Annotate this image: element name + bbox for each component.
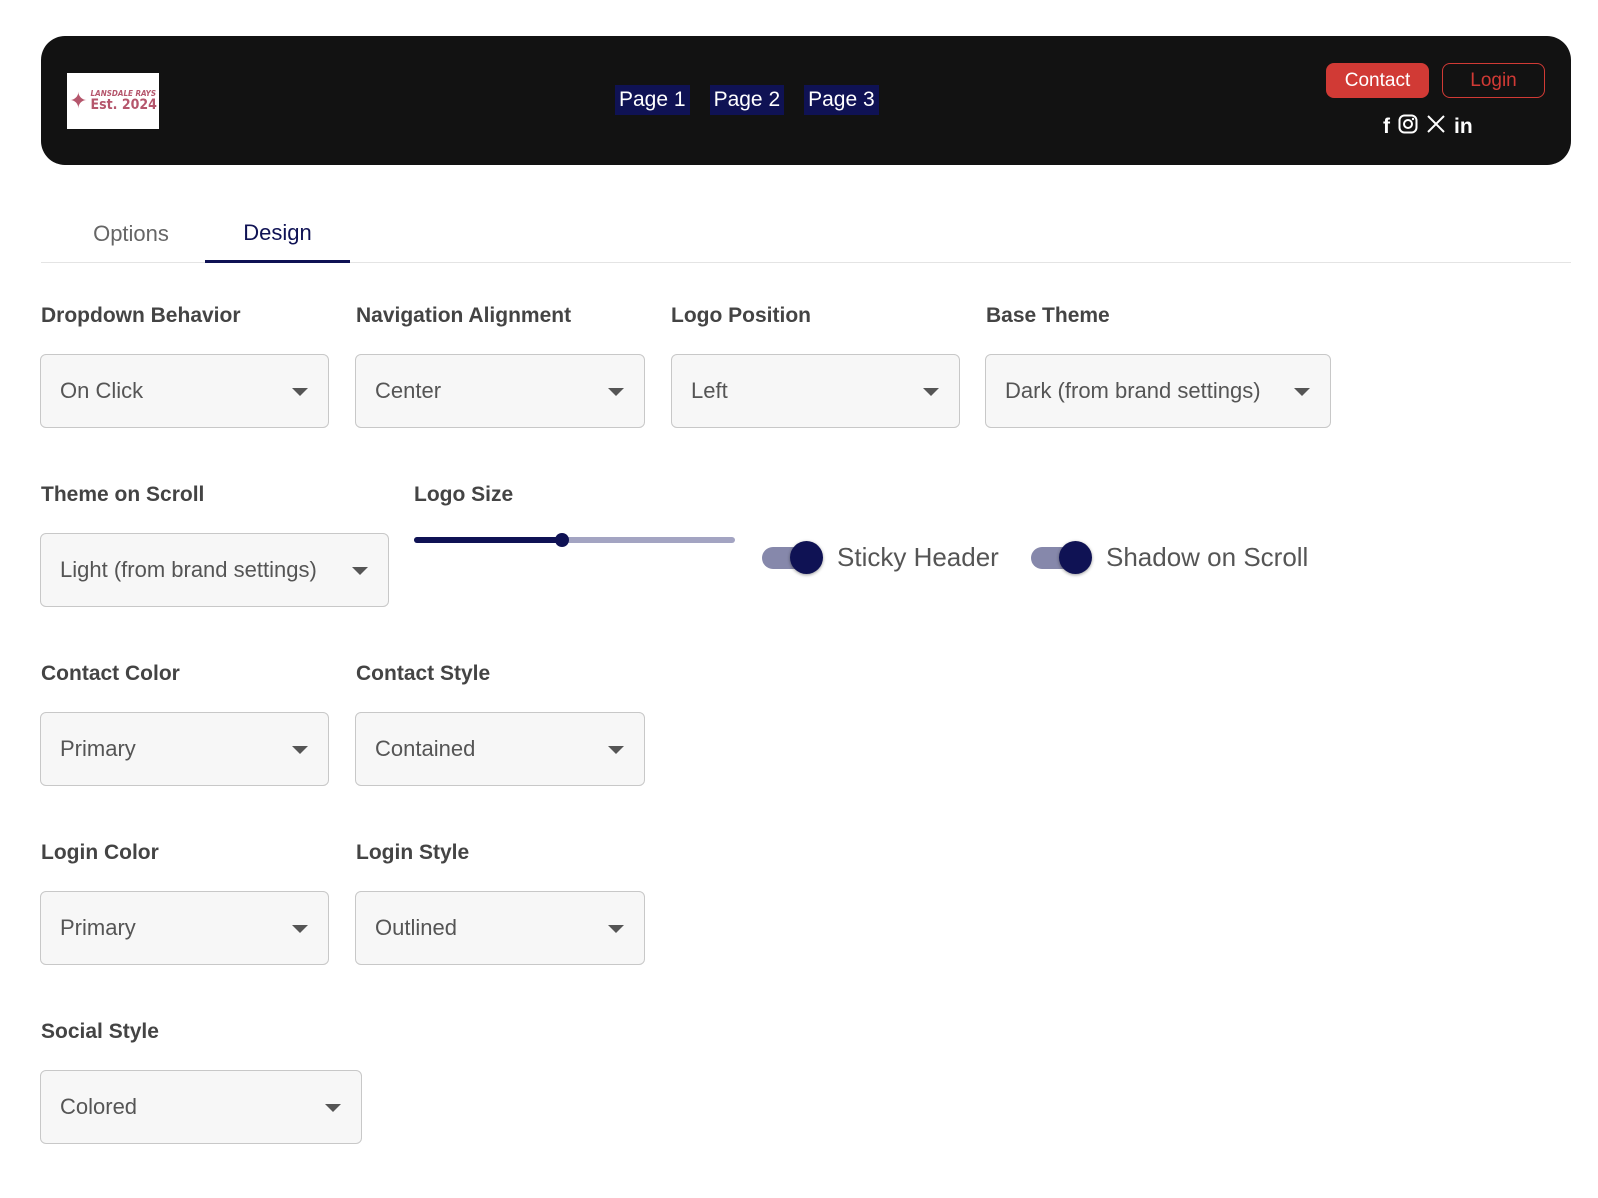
caret-down-icon — [923, 388, 939, 396]
select-value: Contained — [375, 736, 476, 761]
logo-size-label: Logo Size — [414, 483, 514, 506]
tab-design[interactable]: Design — [205, 205, 350, 263]
social-icons: f in — [1383, 114, 1473, 140]
select-value: Outlined — [375, 915, 457, 940]
login-color-select[interactable]: Primary — [40, 891, 329, 965]
navigation-alignment-select[interactable]: Center — [355, 354, 645, 428]
select-value: Light (from brand settings) — [60, 557, 317, 582]
base-theme-label: Base Theme — [986, 304, 1110, 327]
slider-fill — [414, 537, 562, 543]
select-value: Primary — [60, 736, 136, 761]
slider-thumb[interactable] — [554, 533, 569, 547]
instagram-icon[interactable] — [1398, 114, 1418, 140]
logo: ✦ LANSDALE RAYS Est. 2024 — [67, 73, 159, 129]
contact-style-label: Contact Style — [356, 662, 491, 685]
select-value: On Click — [60, 378, 144, 403]
login-style-select[interactable]: Outlined — [355, 891, 645, 965]
caret-down-icon — [325, 1104, 341, 1112]
shadow-on-scroll-toggle[interactable] — [1031, 538, 1093, 578]
select-value: Colored — [60, 1094, 138, 1119]
theme-on-scroll-select[interactable]: Light (from brand settings) — [40, 533, 389, 607]
login-color-label: Login Color — [41, 841, 159, 864]
shadow-on-scroll-label: Shadow on Scroll — [1106, 542, 1309, 572]
linkedin-icon[interactable]: in — [1454, 115, 1473, 139]
nav-page-1[interactable]: Page 1 — [615, 85, 690, 115]
tab-bar: Options Design — [41, 205, 1571, 263]
select-value: Dark (from brand settings) — [1005, 378, 1261, 403]
dropdown-behavior-label: Dropdown Behavior — [41, 304, 241, 327]
ray-icon: ✦ — [69, 88, 88, 113]
social-style-label: Social Style — [41, 1020, 159, 1043]
contact-color-select[interactable]: Primary — [40, 712, 329, 786]
logo-position-label: Logo Position — [671, 304, 811, 327]
theme-on-scroll-label: Theme on Scroll — [41, 483, 205, 506]
sticky-header-label: Sticky Header — [837, 542, 999, 572]
nav-page-2[interactable]: Page 2 — [709, 85, 785, 115]
caret-down-icon — [1294, 388, 1310, 396]
toggle-knob — [790, 541, 823, 574]
select-value: Primary — [60, 915, 136, 940]
facebook-icon[interactable]: f — [1383, 115, 1390, 139]
select-value: Center — [375, 378, 442, 403]
nav-page-3[interactable]: Page 3 — [804, 85, 879, 115]
logo-size-slider[interactable] — [414, 533, 735, 547]
dropdown-behavior-select[interactable]: On Click — [40, 354, 329, 428]
logo-line2: Est. 2024 — [90, 97, 157, 113]
caret-down-icon — [608, 388, 624, 396]
caret-down-icon — [608, 746, 624, 754]
header-preview: ✦ LANSDALE RAYS Est. 2024 Page 1 Page 2 P… — [41, 36, 1571, 165]
caret-down-icon — [352, 567, 368, 575]
caret-down-icon — [292, 388, 308, 396]
login-style-label: Login Style — [356, 841, 470, 864]
social-style-select[interactable]: Colored — [40, 1070, 362, 1144]
nav-links: Page 1 Page 2 Page 3 — [615, 85, 879, 115]
toggle-knob — [1059, 541, 1092, 574]
caret-down-icon — [292, 746, 308, 754]
select-value: Left — [691, 378, 728, 403]
sticky-header-toggle[interactable] — [762, 538, 824, 578]
caret-down-icon — [608, 925, 624, 933]
base-theme-select[interactable]: Dark (from brand settings) — [985, 354, 1331, 428]
contact-style-select[interactable]: Contained — [355, 712, 645, 786]
logo-position-select[interactable]: Left — [671, 354, 960, 428]
x-icon[interactable] — [1426, 114, 1446, 140]
navigation-alignment-label: Navigation Alignment — [356, 304, 572, 327]
contact-color-label: Contact Color — [41, 662, 180, 685]
login-button[interactable]: Login — [1442, 63, 1545, 98]
tab-options[interactable]: Options — [61, 205, 201, 263]
caret-down-icon — [292, 925, 308, 933]
contact-button[interactable]: Contact — [1326, 63, 1429, 98]
